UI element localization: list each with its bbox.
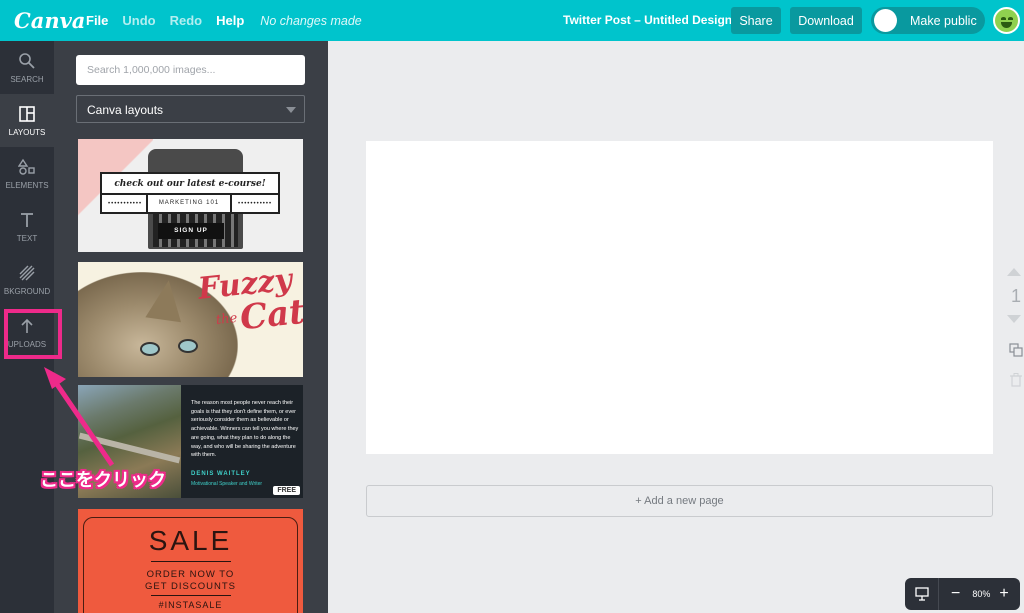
nav-label: TEXT (16, 233, 38, 243)
quote-text: The reason most people never reach their… (191, 400, 299, 459)
cat-text: Cat (238, 291, 303, 339)
page-number: 1 (1011, 286, 1022, 306)
text-icon (21, 212, 33, 227)
avatar[interactable] (993, 7, 1020, 34)
layouts-icon (19, 105, 35, 122)
ecourse-heading: check out our latest e-course! (102, 174, 278, 195)
quote-author: DENIS WAITLEY (191, 471, 251, 477)
layout-thumbnail-fuzzy-cat[interactable]: Fuzzy the Cat (78, 262, 303, 377)
delete-page-icon[interactable] (1010, 373, 1022, 387)
move-page-down-icon[interactable] (1007, 315, 1021, 323)
sale-line1: ORDER NOW TO (146, 569, 235, 580)
divider (151, 561, 231, 562)
avatar-mouth (1001, 22, 1012, 28)
toggle-knob (874, 9, 897, 32)
ecourse-subheading: MARKETING 101 (146, 195, 232, 212)
nav-elements[interactable]: ELEMENTS (0, 147, 54, 200)
search-icon (19, 52, 35, 69)
layout-thumbnail-sale[interactable]: SALE ORDER NOW TO GET DISCOUNTS #INSTASA… (78, 509, 303, 613)
image-search-input[interactable]: Search 1,000,000 images... (76, 55, 305, 85)
cat-ear (145, 277, 187, 323)
make-public-toggle[interactable]: Make public (871, 7, 985, 34)
avatar-eye (1001, 17, 1006, 20)
zoom-in-button[interactable]: + (999, 585, 1008, 603)
nav-background[interactable]: BKGROUND (0, 253, 54, 306)
the-text: the (215, 310, 239, 329)
canva-logo[interactable]: Canva (14, 8, 85, 33)
nav-label: LAYOUTS (8, 127, 46, 137)
cat-eye (140, 342, 160, 356)
elements-icon (18, 158, 35, 175)
layout-source-select[interactable]: Canva layouts (76, 95, 305, 123)
divider (151, 595, 231, 596)
nav-label: ELEMENTS (5, 180, 49, 190)
menu-undo[interactable]: Undo (122, 13, 155, 28)
menu-redo[interactable]: Redo (170, 13, 203, 28)
present-icon (914, 587, 929, 601)
zoom-toolbar: − 80% + (905, 578, 1020, 610)
annotation-arrow-icon (44, 367, 115, 467)
make-public-label: Make public (910, 13, 977, 28)
present-button[interactable] (905, 578, 939, 610)
nav-search[interactable]: SEARCH (0, 41, 54, 94)
cat-eye (178, 339, 198, 353)
signup-label: SIGN UP (158, 223, 224, 239)
zoom-out-button[interactable]: − (951, 585, 960, 603)
uploads-highlight-box (4, 309, 62, 359)
quote-role: Motivational Speaker and Writer (191, 481, 263, 487)
document-title[interactable]: Twitter Post – Untitled Design (563, 13, 732, 27)
nav-layouts[interactable]: LAYOUTS (0, 94, 54, 147)
layouts-panel: Search 1,000,000 images... Canva layouts… (54, 41, 328, 613)
nav-label: BKGROUND (3, 286, 51, 296)
share-button[interactable]: Share (731, 7, 781, 34)
zoom-level[interactable]: 80% (972, 589, 990, 599)
nav-label: SEARCH (10, 74, 44, 84)
design-canvas[interactable] (366, 141, 993, 454)
sale-hashtag: #INSTASALE (158, 600, 223, 610)
menu-file[interactable]: File (86, 13, 108, 28)
select-value: Canva layouts (87, 103, 164, 117)
move-page-up-icon[interactable] (1007, 268, 1021, 276)
chevron-down-icon (286, 107, 296, 113)
layout-thumbnail-ecourse[interactable]: check out our latest e-course! •••••••••… (78, 139, 303, 252)
annotation-text: ここをクリック (40, 470, 166, 490)
ecourse-banner: check out our latest e-course! •••••••••… (100, 172, 280, 214)
free-badge: FREE (273, 486, 300, 495)
background-icon (19, 265, 35, 280)
dots-decoration: ••••••••••• (238, 201, 273, 207)
save-status: No changes made (260, 13, 362, 28)
duplicate-page-icon[interactable] (1009, 343, 1023, 357)
nav-text[interactable]: TEXT (0, 200, 54, 253)
dots-decoration: ••••••••••• (108, 201, 143, 207)
sale-title: SALE (148, 525, 233, 556)
sale-line2: GET DISCOUNTS (145, 581, 236, 592)
download-button[interactable]: Download (790, 7, 862, 34)
add-page-button[interactable]: + Add a new page (366, 485, 993, 517)
avatar-eye (1008, 17, 1013, 20)
menu-help[interactable]: Help (216, 13, 244, 28)
